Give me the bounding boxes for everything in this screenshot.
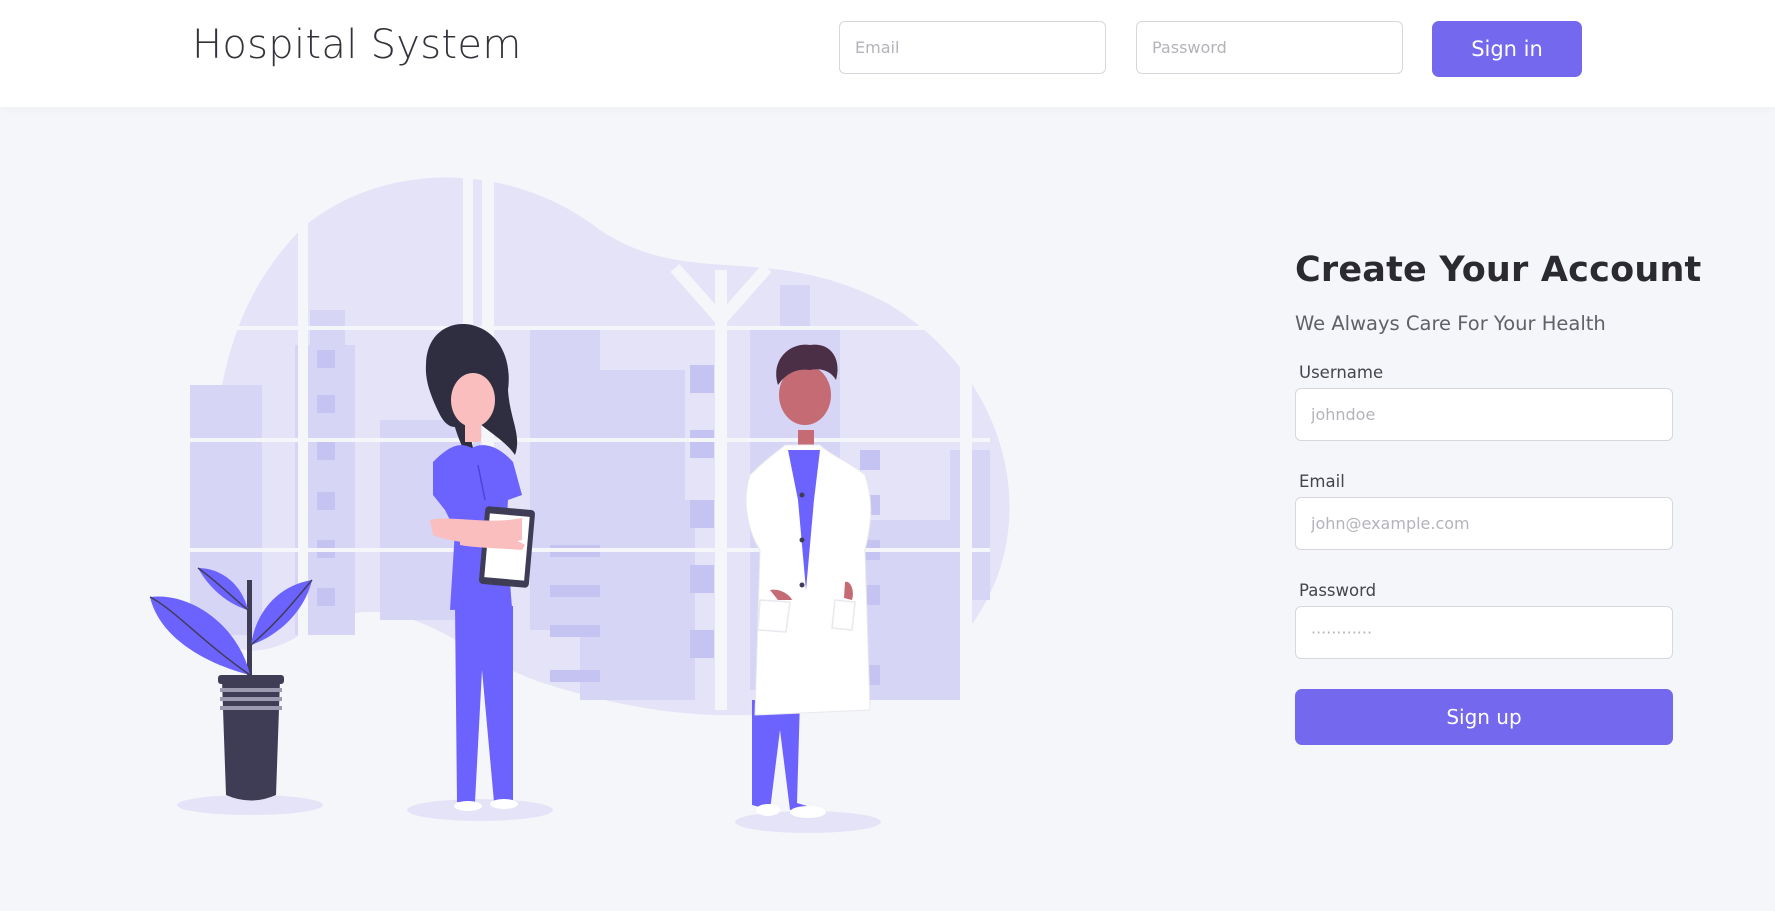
top-navbar: Hospital System Sign in xyxy=(0,0,1775,107)
form-title: Create Your Account xyxy=(1295,250,1702,290)
signup-button[interactable]: Sign up xyxy=(1295,689,1673,745)
form-subtitle: We Always Care For Your Health xyxy=(1295,312,1606,335)
signin-email-input[interactable] xyxy=(839,21,1106,74)
password-label: Password xyxy=(1299,581,1377,600)
password-input[interactable] xyxy=(1295,606,1673,659)
email-input[interactable] xyxy=(1295,497,1673,550)
username-label: Username xyxy=(1299,363,1384,382)
nurse-shadow xyxy=(407,799,553,821)
signin-password-input[interactable] xyxy=(1136,21,1403,74)
signup-form: Create Your Account We Always Care For Y… xyxy=(1295,250,1702,745)
doctors-illustration xyxy=(149,170,1010,833)
signin-button[interactable]: Sign in xyxy=(1432,21,1582,77)
email-label: Email xyxy=(1299,472,1345,491)
brand-title: Hospital System xyxy=(192,22,522,68)
username-input[interactable] xyxy=(1295,388,1673,441)
